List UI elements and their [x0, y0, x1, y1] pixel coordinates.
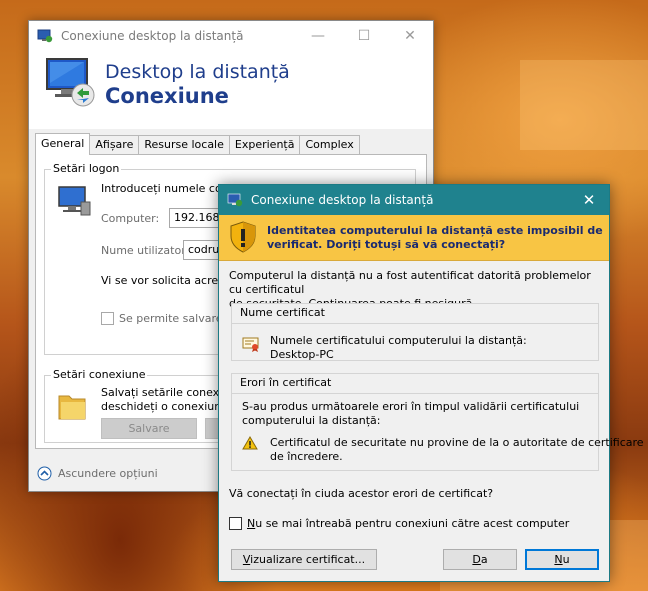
certificate-name-group: Nume certificat Numele certificatului co… [231, 303, 599, 361]
maximize-icon: ☐ [357, 28, 371, 44]
certificate-warning-dialog: Conexiune desktop la distanță ✕ Identita… [218, 184, 644, 582]
view-certificate-label: izualizare certificat... [250, 553, 366, 566]
main-titlebar: Conexiune desktop la distanță — ☐ ✕ [29, 21, 433, 51]
error-line1: Certificatul de securitate nu provine de… [270, 436, 644, 449]
no-label: u [562, 553, 570, 566]
hide-options-label: Ascundere opțiuni [58, 467, 158, 480]
no-access-key: N [554, 553, 563, 566]
header-title-line1: Desktop la distanță [105, 61, 290, 83]
folder-icon [58, 395, 86, 420]
save-credentials-checkbox[interactable] [101, 312, 114, 325]
connection-group-label: Setări conexiune [51, 368, 148, 381]
connect-question: Vă conectați în ciuda acestor erori de c… [229, 487, 494, 500]
computer-label: Computer: [101, 212, 160, 225]
description-line1: Computerul la distanță nu a fost autenti… [229, 269, 591, 296]
warning-title-line1: Identitatea computerului la distanță est… [267, 224, 603, 237]
certificate-icon [242, 337, 259, 352]
close-icon: ✕ [582, 191, 596, 209]
errors-intro-line2: computerului la distanță: [242, 414, 381, 427]
dont-ask-again-access-key: N [247, 517, 256, 530]
remote-desktop-monitor-icon [46, 58, 95, 107]
dont-ask-again-label: Nu se mai întreabă pentru conexiuni cătr… [247, 517, 569, 530]
tab-general[interactable]: General [35, 133, 91, 155]
certificate-group-label: Nume certificat [232, 304, 598, 324]
rdp-app-icon [37, 29, 53, 43]
warning-shield-icon [230, 221, 256, 253]
maximize-button[interactable]: ☐ [341, 21, 387, 51]
dialog-titlebar: Conexiune desktop la distanță ✕ [219, 185, 609, 215]
rdp-app-icon [227, 193, 243, 207]
warning-title-line2: verificat. Doriți totuși să vă conectați… [267, 238, 506, 251]
main-window-title: Conexiune desktop la distanță [61, 29, 244, 43]
tab-display[interactable]: Afișare [89, 135, 140, 155]
warning-triangle-icon [242, 436, 258, 450]
close-button[interactable]: ✕ [387, 21, 433, 51]
certificate-errors-group: Erori în certificat S-au produs următoar… [231, 373, 644, 471]
computer-icon [58, 186, 91, 216]
minimize-button[interactable]: — [295, 21, 341, 51]
error-line2: de încredere. [270, 450, 343, 463]
certificate-name-label: Numele certificatului computerului la di… [270, 334, 527, 347]
tab-experience[interactable]: Experiență [228, 135, 301, 155]
rdp-header-banner: Desktop la distanță Conexiune [29, 51, 433, 129]
warning-banner: Identitatea computerului la distanță est… [219, 215, 609, 261]
view-certificate-button[interactable]: Vizualizare certificat... [231, 549, 377, 570]
dont-ask-again-checkbox[interactable] [229, 517, 242, 530]
errors-intro-line1: S-au produs următoarele erori în timpul … [242, 400, 580, 413]
yes-access-key: D [472, 553, 481, 566]
chevron-up-circle-icon [37, 466, 52, 481]
yes-label: a [480, 553, 488, 566]
yes-button[interactable]: Da [443, 549, 517, 570]
username-label: Nume utilizator: [101, 244, 190, 257]
close-icon: ✕ [404, 28, 416, 44]
dialog-close-button[interactable]: ✕ [569, 185, 609, 215]
dont-ask-again-label-text: u se mai întreabă pentru conexiuni către… [255, 517, 570, 530]
certificate-name-value: Desktop-PC [270, 348, 334, 361]
minimize-icon: — [311, 28, 325, 44]
hide-options-toggle[interactable]: Ascundere opțiuni [37, 466, 158, 481]
logon-group-label: Setări logon [51, 162, 122, 175]
tab-local-resources[interactable]: Resurse locale [138, 135, 230, 155]
header-title-line2: Conexiune [105, 84, 229, 108]
tab-advanced[interactable]: Complex [299, 135, 360, 155]
warning-title: Identitatea computerului la distanță est… [267, 224, 603, 252]
save-connection-button[interactable]: Salvare [101, 418, 197, 439]
no-button[interactable]: Nu [525, 549, 599, 570]
settings-tabs: General Afișare Resurse locale Experienț… [35, 133, 360, 155]
errors-group-label: Erori în certificat [232, 374, 598, 394]
dialog-title: Conexiune desktop la distanță [251, 193, 434, 207]
